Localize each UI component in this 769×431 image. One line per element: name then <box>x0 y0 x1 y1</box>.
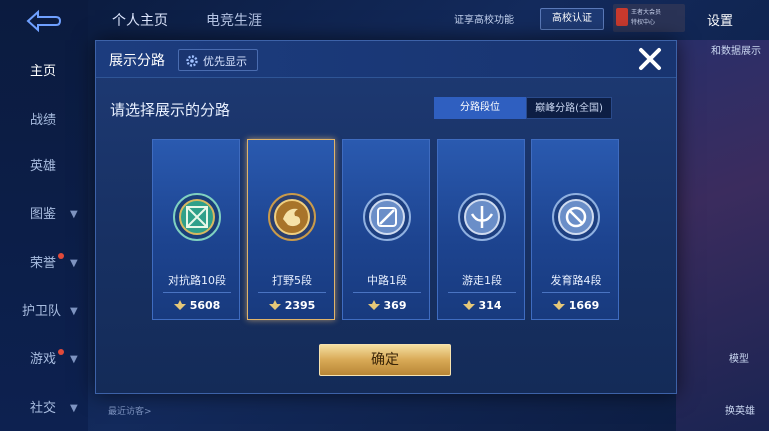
tab-lane-rank[interactable]: 分路段位 <box>434 97 526 119</box>
campus-verify-button[interactable]: 高校认证 <box>540 8 604 30</box>
lane-display-modal: 展示分路 优先显示 请选择展示的分路 分路段位 巅峰分路(全国) 对抗路10段 … <box>95 40 677 394</box>
score-icon <box>367 300 380 310</box>
recent-visitors[interactable]: 最近访客> <box>108 404 152 417</box>
change-hero-button[interactable]: 换英雄 <box>725 402 755 417</box>
lane-score: 314 <box>438 299 526 312</box>
sidebar-item-game[interactable]: 游戏 ▼ <box>0 345 88 375</box>
sidebar-item-label: 战绩 <box>30 113 57 128</box>
lane-card-jungle[interactable]: 打野5段 2395 <box>247 139 335 320</box>
vip-line2: 特权中心 <box>631 19 656 26</box>
model-button[interactable]: 模型 <box>729 350 749 365</box>
divider <box>353 292 421 293</box>
modal-title: 展示分路 <box>109 53 165 69</box>
mid-lane-icon <box>362 192 412 242</box>
data-display-text: 和数据展示 <box>711 46 761 57</box>
settings-button[interactable]: 设置 <box>707 10 733 29</box>
sidebar-item-label: 英雄 <box>30 159 57 174</box>
farm-lane-icon <box>551 192 601 242</box>
sidebar-item-label: 社交 <box>30 401 57 416</box>
vip-icon <box>616 8 628 26</box>
lane-name: 打野5段 <box>272 274 312 287</box>
lane-card-roam[interactable]: 游走1段 314 <box>437 139 525 320</box>
tab-peak-lane[interactable]: 巅峰分路(全国) <box>526 97 612 119</box>
lane-card-mid[interactable]: 中路1段 369 <box>342 139 430 320</box>
chevron-down-icon: ▼ <box>70 354 78 365</box>
sidebar-item-honor[interactable]: 荣誉 ▼ <box>0 249 88 279</box>
sidebar-item-codex[interactable]: 图鉴 ▼ <box>0 200 88 230</box>
sidebar-item-social[interactable]: 社交 ▼ <box>0 394 88 424</box>
tab-esports[interactable]: 电竞生涯 <box>206 10 262 30</box>
hero-portrait: 和数据展示 模型 换英雄 <box>676 40 769 431</box>
clash-lane-icon <box>172 192 222 242</box>
sidebar-item-heroes[interactable]: 英雄 <box>0 152 88 182</box>
chevron-down-icon: ▼ <box>70 258 78 269</box>
lane-score: 5608 <box>153 299 241 312</box>
sidebar-item-home[interactable]: 主页 <box>0 57 88 87</box>
modal-subtitle: 请选择展示的分路 <box>110 101 231 119</box>
roam-icon <box>457 192 507 242</box>
modal-header: 展示分路 优先显示 <box>96 41 676 78</box>
sidebar-item-guard[interactable]: 护卫队 ▼ <box>0 297 88 327</box>
lane-card-farm[interactable]: 发育路4段 1669 <box>531 139 619 320</box>
chevron-down-icon: ▼ <box>70 209 78 220</box>
divider <box>542 292 610 293</box>
sidebar-item-label: 游戏 <box>30 352 57 367</box>
lane-score-value: 2395 <box>284 299 316 312</box>
score-icon <box>173 300 186 310</box>
lane-score: 2395 <box>248 299 336 312</box>
back-icon[interactable] <box>22 8 64 34</box>
divider <box>163 292 231 293</box>
lane-score-value: 314 <box>478 299 502 312</box>
sidebar-item-label: 主页 <box>30 64 57 79</box>
lane-name: 中路1段 <box>367 274 407 287</box>
jungle-icon <box>267 192 317 242</box>
lane-score-value: 5608 <box>189 299 221 312</box>
priority-label: 优先显示 <box>203 55 247 68</box>
sidebar-item-label: 护卫队 <box>22 304 62 319</box>
lane-name: 游走1段 <box>462 274 502 287</box>
chevron-down-icon: ▼ <box>70 306 78 317</box>
confirm-button[interactable]: 确定 <box>319 344 451 376</box>
close-icon[interactable] <box>637 46 663 72</box>
notification-dot <box>58 349 64 355</box>
score-icon <box>552 300 565 310</box>
lane-score: 1669 <box>532 299 620 312</box>
vip-line1: 王者大会员 <box>631 9 662 16</box>
lane-card-clash[interactable]: 对抗路10段 5608 <box>152 139 240 320</box>
priority-display-button[interactable]: 优先显示 <box>178 49 258 71</box>
lane-name: 发育路4段 <box>550 274 602 287</box>
campus-feature-text: 证享高校功能 <box>454 15 514 26</box>
tab-profile[interactable]: 个人主页 <box>112 10 168 30</box>
score-icon <box>268 300 281 310</box>
sidebar-item-label: 荣誉 <box>30 256 57 271</box>
notification-dot <box>58 253 64 259</box>
chevron-down-icon: ▼ <box>70 403 78 414</box>
gear-icon <box>185 53 199 67</box>
lane-score-value: 1669 <box>568 299 600 312</box>
lane-name: 对抗路10段 <box>168 274 226 287</box>
lane-score: 369 <box>343 299 431 312</box>
divider <box>258 292 326 293</box>
vip-badge[interactable]: 王者大会员 特权中心 <box>613 4 685 32</box>
lane-score-value: 369 <box>383 299 407 312</box>
divider <box>448 292 516 293</box>
score-icon <box>462 300 475 310</box>
sidebar-item-record[interactable]: 战绩 <box>0 106 88 136</box>
sidebar: 主页 战绩 英雄 图鉴 ▼ 荣誉 ▼ 护卫队 ▼ 游戏 ▼ 社交 ▼ <box>0 0 88 431</box>
top-bar: 个人主页 电竞生涯 证享高校功能 高校认证 王者大会员 特权中心 设置 <box>88 0 769 40</box>
sidebar-item-label: 图鉴 <box>30 207 57 222</box>
